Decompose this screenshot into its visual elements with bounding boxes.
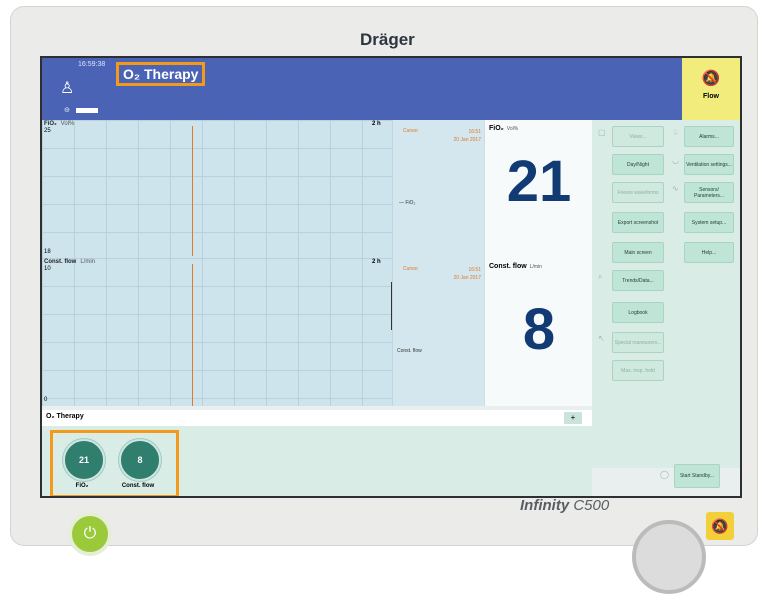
day-night-button[interactable]: Day/Night [612,154,664,175]
maneuver-icon: ↖ [598,334,605,343]
standby-icon: ◯ [660,470,669,479]
sensor-icon: ∿ [672,184,679,193]
system-setup-button[interactable]: System setup... [684,212,734,233]
export-screenshot-button[interactable]: Export screenshot [612,212,664,233]
alarm-area[interactable]: 🔕 Flow [682,58,740,120]
menu-column-1: ▢ Views... Day/Night Freeze waveforms Ex… [592,120,670,468]
trend-cursor[interactable] [192,126,193,256]
graph-meta: Cursor 16:51 20 Jan 2017 — FiO₂ [392,120,485,258]
graph-label: Const. flow L/min [44,259,96,265]
param-value: 21 [506,149,572,214]
const-flow-dial[interactable]: 8 [119,439,161,481]
flow-trend-graph[interactable]: Const. flow L/min 10 0 2 h [42,258,392,406]
graph-scale-bottom: 0 [44,397,48,403]
alarms-button[interactable]: Alarms... [684,126,734,147]
special-maneuvers-button[interactable]: Special maneuvers... [612,332,664,353]
sensors-parameters-button[interactable]: Sensors/ Parameters... [684,182,734,203]
freeze-waveforms-button[interactable]: Freeze waveforms [612,182,664,203]
param-label: Const. flow L/min [489,263,542,270]
mode-title-box: O₂ Therapy [116,62,206,86]
menu-column-2: ♤ Alarms... ◡ Ventilation settings... ∿ … [670,120,740,468]
trends-data-button[interactable]: Trends/Data... [612,270,664,291]
fio2-trend-graph[interactable]: FiO₂ Vol% 25 18 2 h [42,120,392,258]
clock: 16:59:38 [78,61,106,68]
therapy-bar: O₂ Therapy + [42,410,592,427]
header-bar: 16:59:38 ♙ ⊝ O₂ Therapy [42,58,682,120]
fio2-dial[interactable]: 21 [63,439,105,481]
help-button[interactable]: Help... [684,242,734,263]
therapy-label: O₂ Therapy [46,413,84,420]
param-const-flow[interactable]: Const. flow L/min 8 [484,258,593,406]
views-icon: ▢ [598,128,606,137]
start-standby-button[interactable]: Start Standby... [674,464,720,488]
graph-meta: Cursor 16:51 20 Jan 2017 Const. flow [392,258,485,406]
alarm-label: Flow [703,93,719,100]
ventilation-settings-button[interactable]: Ventilation settings... [684,154,734,175]
trend-cursor[interactable] [192,264,193,406]
search-icon: ⌕ [598,272,603,281]
device-model: Infinity C500 [520,497,610,514]
alarm-off-icon: 🔕 [701,70,721,87]
graph-label: FiO₂ Vol% [44,121,75,127]
cursor-timestamp: 16:51 20 Jan 2017 [453,267,481,281]
cursor-label: Cursor [403,266,419,272]
brand-logo: Dräger [360,30,415,49]
views-button[interactable]: Views... [612,126,664,147]
param-value: 8 [522,297,556,362]
graph-legend: Const. flow [397,348,422,354]
dial-label: FiO₂ [75,483,89,489]
graph-scale-top: 25 [44,128,51,134]
dial-label: Const. flow [121,483,155,489]
battery-icon: ⊝ [64,106,98,114]
param-fio2[interactable]: FiO₂ Vol% 21 [484,120,593,258]
rotary-knob[interactable] [632,520,706,594]
logbook-button[interactable]: Logbook [612,302,664,323]
cursor-timestamp: 16:51 20 Jan 2017 [453,129,481,143]
power-button[interactable]: ⏻ [68,512,112,556]
expand-button[interactable]: + [564,412,582,424]
max-insp-hold-button[interactable]: Max. insp. hold [612,360,664,381]
page-title: O₂ Therapy [123,66,199,82]
graph-legend: — FiO₂ [399,200,416,206]
cursor-label: Cursor [403,128,419,134]
graph-scale-bottom: 18 [44,249,51,255]
graph-timespan: 2 h [372,121,381,127]
alarm-silence-button[interactable]: 🔕 [706,512,734,540]
main-screen-button[interactable]: Main screen [612,242,664,263]
dial-group: 21 FiO₂ 8 Const. flow [50,430,179,496]
param-label: FiO₂ Vol% [489,125,519,132]
graph-scale-top: 10 [44,266,51,272]
alarm-bell-icon: ♤ [672,128,680,137]
patient-icon[interactable]: ♙ [60,78,74,98]
ventilation-icon: ◡ [672,156,679,165]
screen: 16:59:38 ♙ ⊝ O₂ Therapy 🔕 Flow FiO₂ Vol% … [40,56,742,498]
graph-timespan: 2 h [372,259,381,265]
